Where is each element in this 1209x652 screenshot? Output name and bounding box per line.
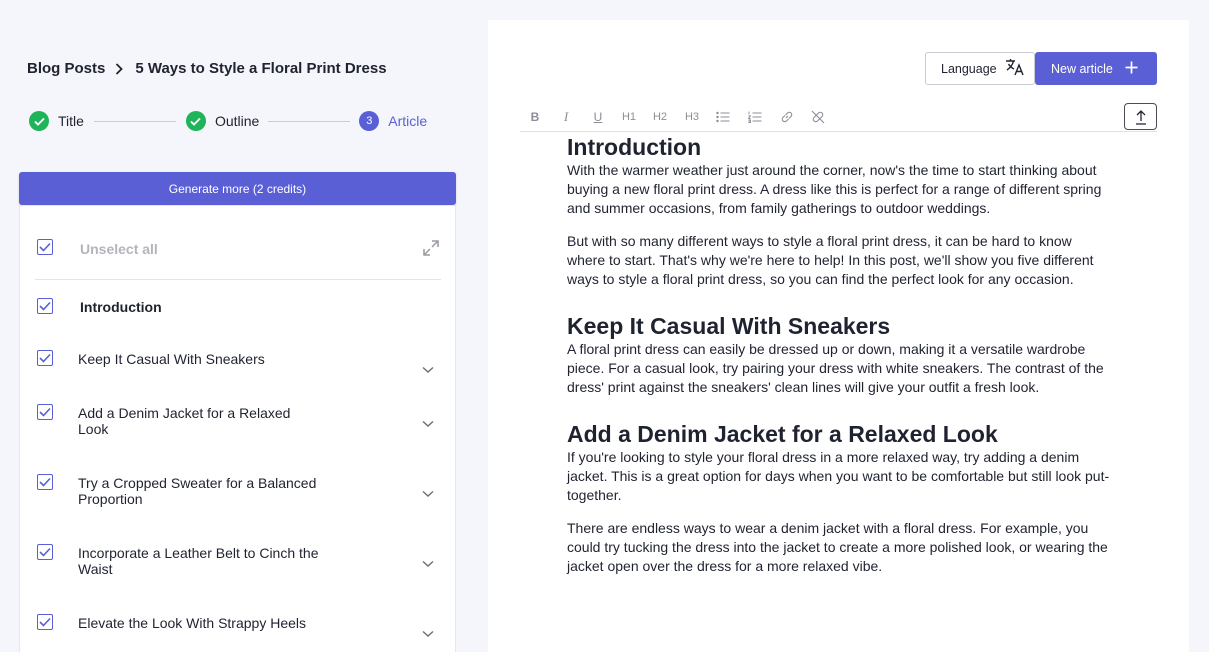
step-label: Outline [214, 113, 260, 129]
check-circle-icon [185, 111, 206, 131]
progress-steps: Title Outline 3 Article [29, 110, 429, 132]
breadcrumb-root[interactable]: Blog Posts [27, 60, 105, 77]
step-outline[interactable]: Outline [185, 111, 260, 131]
unselect-all-label[interactable]: Unselect all [80, 241, 158, 257]
chevron-right-icon [115, 62, 127, 76]
step-connector [268, 120, 351, 122]
generate-more-button[interactable]: Generate more (2 credits) [19, 172, 456, 205]
step-connector [93, 120, 176, 122]
check-circle-icon [29, 111, 49, 131]
upload-icon [1135, 109, 1146, 125]
article-editor: Language New article B I U H1 H2 H3 Intr… [488, 20, 1189, 652]
item-checkbox[interactable] [37, 350, 53, 366]
list-item: Incorporate a Leather Belt to Cinch the … [78, 545, 319, 577]
export-button[interactable] [1124, 103, 1157, 130]
breadcrumb-current: 5 Ways to Style a Floral Print Dress [135, 60, 387, 77]
item-checkbox[interactable] [37, 298, 53, 314]
chevron-down-icon[interactable] [422, 555, 434, 567]
step-number: 3 [359, 111, 380, 131]
item-checkbox[interactable] [37, 474, 53, 490]
formatting-toolbar: B I U H1 H2 H3 [520, 103, 1157, 132]
heading3-icon[interactable]: H3 [682, 109, 702, 125]
numbered-list-icon[interactable] [746, 109, 764, 125]
list-item: Keep It Casual With Sneakers [78, 351, 265, 367]
step-article[interactable]: 3 Article [359, 111, 427, 131]
list-item: Try a Cropped Sweater for a Balanced Pro… [78, 475, 317, 507]
bullet-list-icon[interactable] [714, 109, 732, 125]
italic-icon[interactable]: I [557, 109, 575, 125]
heading2-icon[interactable]: H2 [650, 109, 670, 125]
section-heading: Introduction [567, 134, 702, 160]
article-content[interactable]: Introduction With the warmer weather jus… [567, 133, 1112, 576]
step-label: Title [58, 113, 84, 129]
expand-icon[interactable] [421, 238, 441, 258]
item-checkbox[interactable] [37, 544, 53, 560]
unselect-all-checkbox[interactable] [37, 239, 53, 255]
heading1-icon[interactable]: H1 [619, 109, 639, 125]
bold-icon[interactable]: B [526, 109, 544, 125]
outline-list: Unselect all Introduction Keep It Casual… [19, 205, 456, 652]
step-title[interactable]: Title [29, 111, 84, 131]
chevron-down-icon[interactable] [422, 415, 434, 427]
divider [35, 279, 441, 280]
item-checkbox[interactable] [37, 614, 53, 630]
unlink-icon[interactable] [809, 109, 827, 125]
paragraph: A floral print dress can easily be dress… [567, 341, 1104, 395]
list-item: Elevate the Look With Strappy Heels [78, 615, 307, 631]
chevron-down-icon[interactable] [422, 625, 434, 637]
chevron-down-icon[interactable] [422, 361, 434, 373]
step-label: Article [388, 113, 428, 129]
paragraph: If you're looking to style your floral d… [567, 449, 1110, 503]
new-article-button[interactable]: New article [1035, 52, 1157, 85]
list-item: Introduction [80, 299, 162, 315]
section-heading: Keep It Casual With Sneakers [567, 313, 891, 339]
underline-icon[interactable]: U [589, 109, 607, 125]
translate-icon [1005, 58, 1025, 79]
list-item: Add a Denim Jacket for a Relaxed Look [78, 405, 291, 437]
paragraph: With the warmer weather just around the … [567, 162, 1102, 216]
new-article-label: New article [1051, 61, 1113, 76]
item-checkbox[interactable] [37, 404, 53, 420]
paragraph: There are endless ways to wear a denim j… [567, 520, 1108, 574]
plus-icon [1125, 61, 1138, 77]
language-button[interactable]: Language [925, 52, 1035, 85]
chevron-down-icon[interactable] [422, 485, 434, 497]
paragraph: But with so many different ways to style… [567, 233, 1094, 287]
language-button-label: Language [941, 61, 997, 76]
link-icon[interactable] [778, 109, 796, 125]
breadcrumb: Blog Posts 5 Ways to Style a Floral Prin… [27, 60, 387, 77]
section-heading: Add a Denim Jacket for a Relaxed Look [567, 421, 998, 447]
